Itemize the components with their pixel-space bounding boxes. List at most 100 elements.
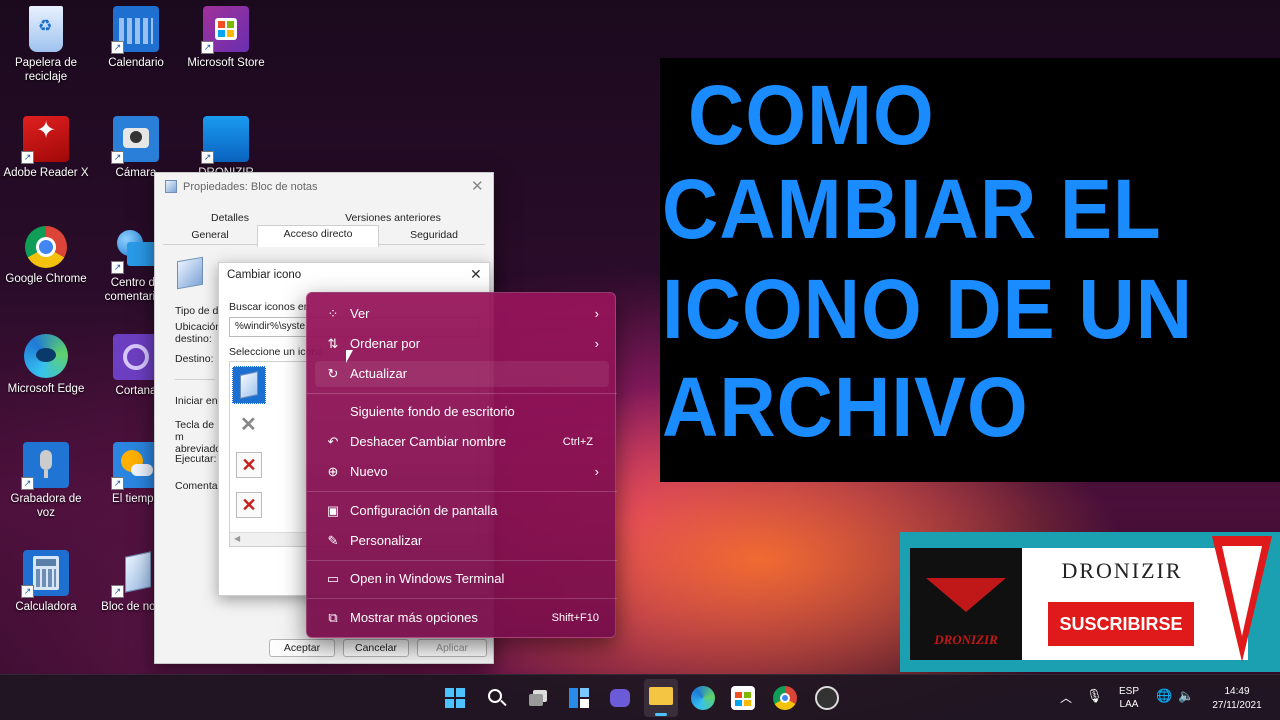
close-icon[interactable]: ✕ bbox=[470, 266, 482, 283]
accept-button[interactable]: Aceptar bbox=[269, 639, 335, 657]
edge-icon[interactable] bbox=[691, 686, 715, 710]
tab-general[interactable]: General bbox=[175, 229, 245, 241]
channel-name: DRONIZIR bbox=[1061, 558, 1183, 583]
show-hidden-icons[interactable]: ︿ bbox=[1060, 689, 1072, 706]
menu-item-label: Actualizar bbox=[350, 366, 408, 381]
new-icon: ⊕ bbox=[327, 464, 339, 479]
field-run-label: Ejecutar: bbox=[175, 453, 217, 465]
context-menu: ⁘ Ver › ⇅ Ordenar por › ↻ Actualizar Sig… bbox=[306, 292, 617, 638]
title-line-4: ARCHIVO bbox=[662, 359, 1029, 455]
shortcut-text: Shift+F10 bbox=[551, 612, 599, 624]
change-icon-title: Cambiar icono bbox=[227, 269, 302, 281]
obs-icon[interactable] bbox=[815, 686, 839, 710]
tab-security[interactable]: Seguridad bbox=[391, 229, 477, 241]
chrome-icon[interactable] bbox=[773, 686, 797, 710]
tab-details[interactable]: Detalles bbox=[195, 212, 265, 224]
field-start-in-label: Iniciar en: bbox=[175, 395, 221, 407]
volume-icon[interactable]: 🔈 bbox=[1178, 688, 1194, 704]
adobe-reader-icon: ✦ ↗ bbox=[21, 116, 69, 164]
menu-separator bbox=[307, 560, 617, 561]
menu-item-label: Deshacer Cambiar nombre bbox=[350, 434, 507, 449]
error-icon[interactable]: ✕ bbox=[236, 492, 262, 518]
menu-item-view[interactable]: ⁘ Ver › bbox=[315, 301, 609, 327]
clock-time: 14:49 bbox=[1224, 686, 1250, 697]
channel-logo: DRONIZIR bbox=[910, 548, 1022, 660]
menu-item-undo-rename[interactable]: ↶ Deshacer Cambiar nombre Ctrl+Z bbox=[315, 429, 609, 455]
document-icon: ↗ bbox=[201, 116, 249, 164]
desktop-icon-label: Calculadora bbox=[15, 601, 77, 613]
file-explorer-icon bbox=[649, 687, 673, 705]
menu-item-personalize[interactable]: ✎ Personalizar bbox=[315, 528, 609, 554]
title-overlay: COMO CAMBIAR EL ICONO DE UN ARCHIVO bbox=[660, 58, 1280, 482]
menu-item-sort-by[interactable]: ⇅ Ordenar por › bbox=[315, 331, 609, 357]
network-icon[interactable]: 🌐 bbox=[1156, 688, 1172, 704]
desktop-icon-recycle-bin[interactable]: ♻ Papelera de reciclaje bbox=[0, 6, 92, 84]
tab-shortcut[interactable]: Acceso directo bbox=[257, 225, 379, 247]
language-top: ESP bbox=[1118, 686, 1139, 697]
menu-separator bbox=[307, 393, 617, 394]
desktop-icon-chrome[interactable]: Google Chrome bbox=[0, 226, 92, 286]
shortcut-icon bbox=[177, 256, 203, 290]
menu-item-display-settings[interactable]: ▣ Configuración de pantalla bbox=[315, 498, 609, 524]
menu-item-next-background[interactable]: Siguiente fondo de escritorio bbox=[315, 399, 609, 425]
brush-icon: ✎ bbox=[327, 533, 339, 548]
desktop-icon-dronizir[interactable]: ↗ DRONIZIR bbox=[180, 116, 272, 180]
cancel-button[interactable]: Cancelar bbox=[343, 639, 409, 657]
desktop-icon-label: Adobe Reader X bbox=[3, 167, 89, 179]
error-icon[interactable]: ✕ bbox=[236, 452, 262, 478]
menu-item-label: Ver bbox=[350, 306, 370, 321]
chevron-right-icon: › bbox=[594, 464, 599, 479]
search-icon[interactable] bbox=[485, 686, 509, 710]
close-gray-icon[interactable]: ✕ bbox=[240, 412, 257, 437]
title-line-3: ICONO DE UN bbox=[662, 261, 1194, 357]
microphone-icon[interactable]: 🎙 bbox=[1086, 688, 1103, 704]
notepad-icon bbox=[240, 371, 258, 399]
feedback-hub-icon: ↗ bbox=[111, 226, 159, 274]
terminal-icon: ▭ bbox=[326, 571, 340, 586]
close-icon[interactable]: ✕ bbox=[471, 177, 484, 195]
menu-item-more-options[interactable]: ⧉ Mostrar más opciones Shift+F10 bbox=[315, 605, 609, 631]
desktop-icon-label: Grabadora de voz bbox=[10, 493, 82, 519]
selected-icon-tile[interactable] bbox=[232, 366, 266, 404]
divider bbox=[175, 379, 215, 380]
menu-item-open-terminal[interactable]: ▭ Open in Windows Terminal bbox=[315, 566, 609, 592]
camera-icon: ↗ bbox=[111, 116, 159, 164]
desktop-icon-calendar[interactable]: ↗ Calendario bbox=[90, 6, 182, 70]
field-target-label: Destino: bbox=[175, 353, 214, 365]
clock[interactable]: 14:49 27/11/2021 bbox=[1204, 685, 1270, 713]
desktop-icon-voice-recorder[interactable]: ↗ Grabadora de voz bbox=[0, 442, 92, 520]
cortana-icon bbox=[113, 334, 159, 380]
subscribe-button[interactable]: SUSCRIBIRSE bbox=[1048, 602, 1194, 646]
edge-icon bbox=[24, 334, 68, 378]
display-settings-icon: ▣ bbox=[326, 503, 340, 518]
widgets-icon[interactable] bbox=[567, 686, 591, 710]
recycle-bin-icon: ♻ bbox=[29, 6, 63, 52]
grid-icon: ⁘ bbox=[327, 306, 339, 321]
undo-icon: ↶ bbox=[327, 434, 339, 449]
field-type-label: Tipo de de bbox=[175, 305, 225, 317]
clock-date: 27/11/2021 bbox=[1212, 700, 1262, 711]
language-bottom: LAA bbox=[1119, 699, 1139, 710]
desktop-icon-label: Google Chrome bbox=[5, 273, 87, 285]
task-view-icon[interactable] bbox=[527, 686, 551, 710]
start-icon[interactable] bbox=[443, 686, 467, 710]
menu-item-label: Siguiente fondo de escritorio bbox=[350, 404, 515, 419]
desktop-icon-calculator[interactable]: ↗ Calculadora bbox=[0, 550, 92, 614]
store-icon[interactable] bbox=[731, 686, 755, 710]
scroll-left-icon[interactable]: ◀ bbox=[234, 534, 240, 543]
menu-separator bbox=[307, 598, 617, 599]
desktop-icon-camera[interactable]: ↗ Cámara bbox=[90, 116, 182, 180]
chevron-right-icon: › bbox=[594, 336, 599, 351]
menu-separator bbox=[307, 491, 617, 492]
desktop-icon-edge[interactable]: Microsoft Edge bbox=[0, 334, 92, 396]
desktop-icon-store[interactable]: ↗ Microsoft Store bbox=[180, 6, 272, 70]
chat-icon[interactable] bbox=[608, 686, 632, 710]
desktop-icon-adobe-reader[interactable]: ✦ ↗ Adobe Reader X bbox=[0, 116, 92, 180]
tab-previous-versions[interactable]: Versiones anteriores bbox=[333, 212, 453, 224]
file-explorer-active[interactable] bbox=[644, 679, 678, 717]
menu-item-new[interactable]: ⊕ Nuevo › bbox=[315, 459, 609, 485]
language-indicator[interactable]: ESP LAA bbox=[1114, 685, 1144, 711]
menu-item-label: Mostrar más opciones bbox=[350, 610, 478, 625]
menu-item-refresh[interactable]: ↻ Actualizar bbox=[315, 361, 609, 387]
apply-button[interactable]: Aplicar bbox=[417, 639, 487, 657]
